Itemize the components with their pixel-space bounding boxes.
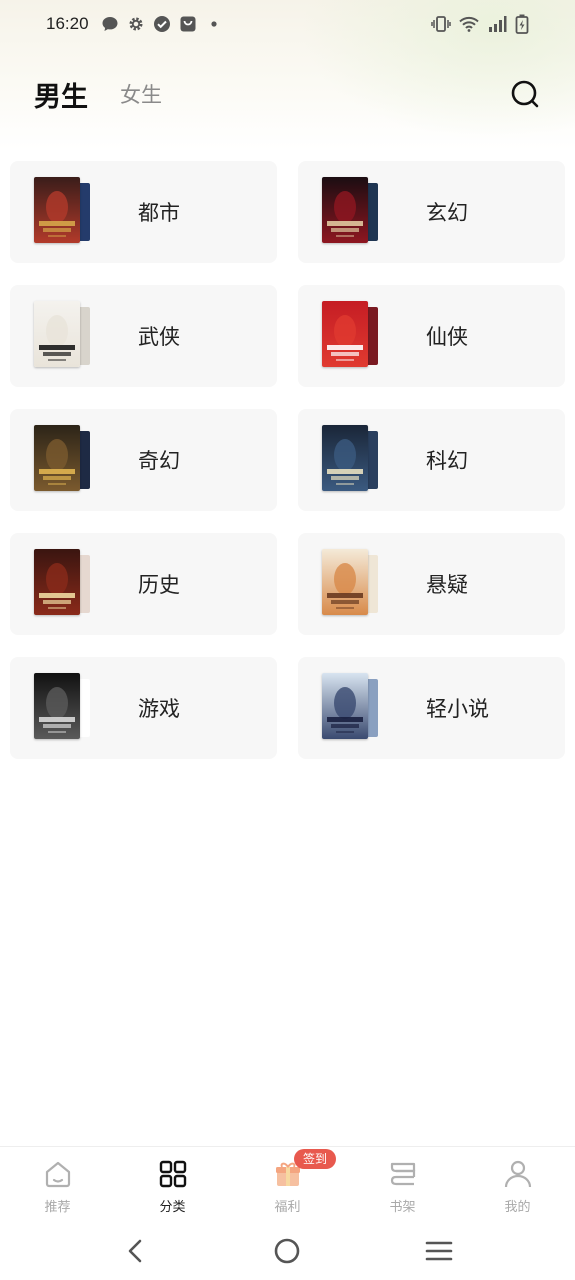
book-cover-stack — [34, 301, 94, 371]
dot-icon — [210, 21, 217, 27]
book-cover-image — [34, 177, 80, 243]
category-card[interactable]: 玄幻 — [298, 161, 565, 263]
grid-icon — [159, 1160, 186, 1188]
category-card[interactable]: 科幻 — [298, 409, 565, 511]
book-cover-image — [322, 301, 368, 367]
book-cover-image — [34, 549, 80, 615]
bag-icon — [180, 16, 196, 32]
user-icon — [504, 1160, 531, 1188]
book-cover-stack — [322, 425, 382, 495]
category-card[interactable]: 奇幻 — [10, 409, 277, 511]
status-notification-icons — [101, 15, 223, 33]
tab-male[interactable]: 男生 — [34, 75, 88, 114]
category-grid: 都市 玄幻武侠 仙侠奇幻 科幻历史 悬疑游戏 轻小说 — [10, 161, 565, 759]
home-icon — [45, 1161, 70, 1188]
menu-icon[interactable] — [424, 1236, 454, 1266]
category-card[interactable]: 都市 — [10, 161, 277, 263]
book-cover-image — [322, 549, 368, 615]
book-cover-stack — [322, 673, 382, 743]
book-cover-stack — [34, 425, 94, 495]
category-card[interactable]: 游戏 — [10, 657, 277, 759]
category-card[interactable]: 悬疑 — [298, 533, 565, 635]
category-card[interactable]: 仙侠 — [298, 285, 565, 387]
bookshelf-icon — [390, 1162, 415, 1186]
status-time: 16:20 — [46, 14, 89, 33]
nav-label-mine: 我的 — [504, 1200, 531, 1215]
gear-icon — [129, 17, 143, 31]
book-cover-stack — [34, 549, 94, 619]
book-cover-image — [322, 673, 368, 739]
category-label: 奇幻 — [138, 449, 180, 473]
signal-icon — [489, 16, 507, 32]
checkin-badge: 签到 — [294, 1149, 337, 1169]
category-label: 仙侠 — [426, 325, 468, 349]
back-icon[interactable] — [121, 1236, 151, 1266]
nav-label-category: 分类 — [159, 1200, 186, 1215]
book-cover-stack — [322, 177, 382, 247]
search-icon[interactable] — [509, 78, 541, 110]
category-label: 科幻 — [426, 449, 468, 473]
wifi-icon — [459, 16, 479, 32]
battery-charging-icon — [515, 14, 529, 34]
status-bar: 16:20 — [0, 0, 575, 48]
book-cover-image — [322, 425, 368, 491]
tab-female[interactable]: 女生 — [120, 79, 162, 109]
home-circle-icon[interactable] — [272, 1236, 302, 1266]
nav-label-recommend: 推荐 — [44, 1200, 71, 1215]
nav-label-welfare: 福利 — [274, 1200, 301, 1215]
category-label: 历史 — [138, 573, 180, 597]
book-cover-image — [34, 425, 80, 491]
category-card[interactable]: 武侠 — [10, 285, 277, 387]
nav-item-category[interactable]: 分类 — [115, 1147, 230, 1222]
nav-label-bookshelf: 书架 — [389, 1200, 416, 1215]
bottom-nav: 推荐 分类 签到 福利 书架 我的 — [0, 1146, 575, 1222]
nav-item-recommend[interactable]: 推荐 — [0, 1147, 115, 1222]
book-cover-image — [34, 301, 80, 367]
book-cover-stack — [322, 301, 382, 371]
check-circle-icon — [153, 16, 170, 32]
nav-item-mine[interactable]: 我的 — [460, 1147, 575, 1222]
book-cover-stack — [322, 549, 382, 619]
nav-item-bookshelf[interactable]: 书架 — [345, 1147, 460, 1222]
category-label: 轻小说 — [426, 697, 489, 721]
book-cover-image — [34, 673, 80, 739]
category-label: 都市 — [138, 201, 180, 225]
category-card[interactable]: 历史 — [10, 533, 277, 635]
book-cover-stack — [34, 673, 94, 743]
top-header: 男生 女生 — [0, 68, 575, 120]
chat-bubble-icon — [102, 17, 118, 31]
book-cover-stack — [34, 177, 94, 247]
category-card[interactable]: 轻小说 — [298, 657, 565, 759]
system-nav-bar — [0, 1222, 575, 1280]
category-label: 悬疑 — [426, 573, 468, 597]
category-label: 游戏 — [138, 697, 180, 721]
category-label: 玄幻 — [426, 201, 468, 225]
status-system-icons — [431, 14, 529, 34]
book-cover-image — [322, 177, 368, 243]
nav-item-welfare[interactable]: 签到 福利 — [230, 1147, 345, 1222]
category-label: 武侠 — [138, 325, 180, 349]
vibrate-icon — [431, 16, 451, 32]
